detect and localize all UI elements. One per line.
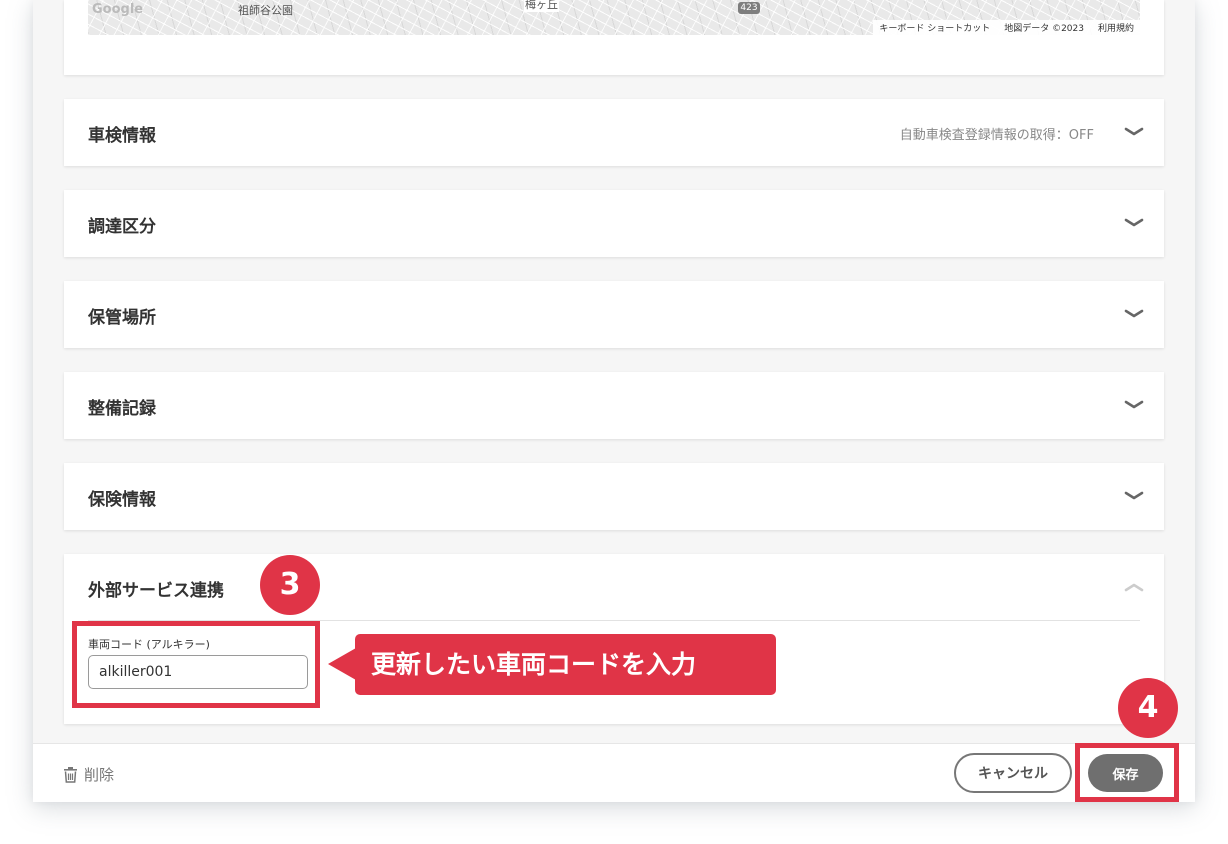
- map-card: Google 祖師谷公園 梅ヶ丘 423 キーボード ショートカット 地図データ…: [64, 0, 1164, 75]
- google-logo: Google: [92, 2, 144, 17]
- panel-storage[interactable]: 保管場所: [64, 281, 1164, 348]
- map-data-label: 地図データ ©2023: [1004, 24, 1084, 34]
- chevron-down-icon[interactable]: [1124, 395, 1144, 415]
- step-badge-4: 4: [1118, 678, 1178, 738]
- delete-label: 削除: [84, 766, 115, 784]
- map-view[interactable]: Google 祖師谷公園 梅ヶ丘 423 キーボード ショートカット 地図データ…: [88, 0, 1140, 35]
- panel-maintenance[interactable]: 整備記録: [64, 372, 1164, 439]
- highlight-save-button: [1075, 743, 1179, 802]
- trash-icon: [63, 766, 78, 783]
- chevron-down-icon[interactable]: [1124, 122, 1144, 142]
- map-attribution: キーボード ショートカット 地図データ ©2023 利用規約: [873, 20, 1140, 35]
- panel-insurance[interactable]: 保険情報: [64, 463, 1164, 530]
- map-label-umegaoka: 梅ヶ丘: [524, 0, 559, 12]
- chevron-down-icon[interactable]: [1124, 213, 1144, 233]
- map-terms-link[interactable]: 利用規約: [1098, 21, 1134, 34]
- panel-title: 保管場所: [88, 308, 156, 328]
- action-footer: 削除 キャンセル 保存: [33, 743, 1195, 802]
- panel-procurement[interactable]: 調達区分: [64, 190, 1164, 257]
- panel-title[interactable]: 外部サービス連携: [88, 576, 224, 601]
- delete-button[interactable]: 削除: [63, 764, 114, 785]
- step-badge-3: 3: [260, 555, 320, 615]
- callout-arrow: [328, 648, 356, 680]
- callout-instruction: 更新したい車両コードを入力: [355, 634, 776, 695]
- chevron-up-icon[interactable]: [1124, 577, 1144, 597]
- map-shortcuts-link[interactable]: キーボード ショートカット: [879, 21, 990, 34]
- panel-title: 整備記録: [88, 399, 156, 419]
- chevron-down-icon[interactable]: [1124, 486, 1144, 506]
- map-label-park: 祖師谷公園: [238, 4, 293, 17]
- map-road-shield: 423: [738, 2, 760, 14]
- cancel-button[interactable]: キャンセル: [954, 753, 1072, 793]
- panel-title: 保険情報: [88, 490, 156, 510]
- panel-meta-status: 自動車検査登録情報の取得：OFF: [899, 128, 1094, 143]
- panel-inspection[interactable]: 車検情報 自動車検査登録情報の取得：OFF: [64, 99, 1164, 166]
- panel-title: 車検情報: [88, 126, 156, 146]
- highlight-vehicle-code: [72, 621, 320, 708]
- panel-title: 調達区分: [88, 217, 156, 237]
- chevron-down-icon[interactable]: [1124, 304, 1144, 324]
